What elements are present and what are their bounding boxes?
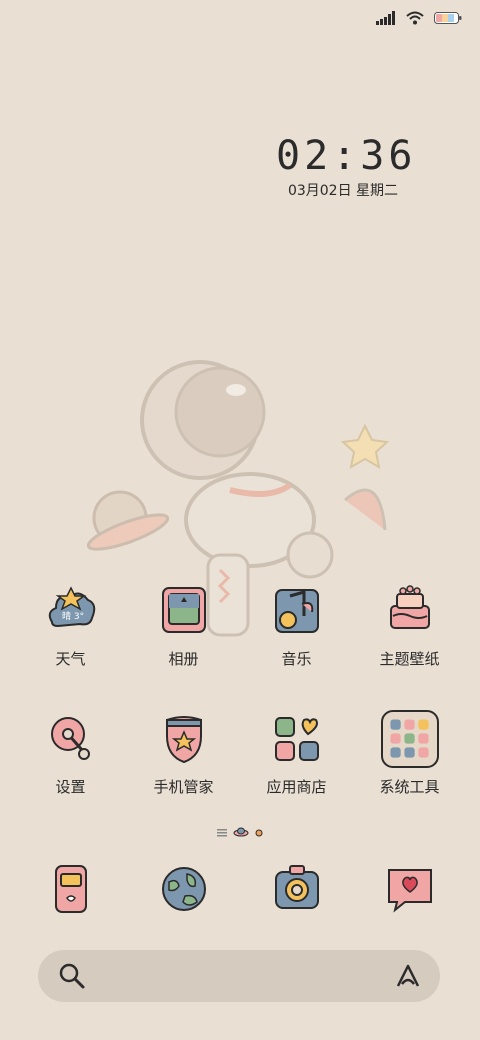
clock-widget[interactable]: 02:36 03月02日 星期二 <box>276 133 417 200</box>
app-label-music: 音乐 <box>281 650 312 668</box>
app-music[interactable]: 音乐 <box>240 582 353 669</box>
folder-icon <box>380 710 439 768</box>
app-themes[interactable]: 主题壁纸 <box>353 582 466 669</box>
assistant-icon[interactable] <box>392 960 424 996</box>
music-icon <box>268 582 326 640</box>
app-settings[interactable]: 设置 <box>14 710 127 797</box>
app-folder-system-tools[interactable]: 系统工具 <box>353 710 466 797</box>
clock-time: 02:36 <box>276 133 417 179</box>
app-row-1: 晴 3° 天气 相册 音乐 主题壁纸 <box>0 582 480 702</box>
search-icon[interactable] <box>58 962 86 994</box>
app-label-security: 手机管家 <box>153 778 214 796</box>
dock-browser[interactable] <box>127 860 240 918</box>
page-dot-ufo-icon <box>233 822 249 841</box>
app-store[interactable]: 应用商店 <box>240 710 353 797</box>
app-security[interactable]: 手机管家 <box>127 710 240 797</box>
messages-icon <box>381 860 439 918</box>
search-input[interactable] <box>98 960 362 994</box>
battery-icon <box>434 10 462 29</box>
dock-phone[interactable] <box>14 860 127 918</box>
clock-date: 03月02日 星期二 <box>287 183 399 199</box>
page-dot-icon <box>255 822 263 841</box>
app-weather[interactable]: 晴 3° 天气 <box>14 582 127 669</box>
app-label-system-tools: 系统工具 <box>379 778 440 796</box>
settings-icon <box>42 710 100 768</box>
security-icon <box>155 710 213 768</box>
camera-icon <box>268 860 326 918</box>
page-indicator[interactable] <box>0 822 480 841</box>
search-bar[interactable] <box>38 950 440 1002</box>
dock <box>0 860 480 924</box>
dock-camera[interactable] <box>240 860 353 918</box>
app-row-2: 设置 手机管家 应用商店 系统工具 <box>0 710 480 830</box>
gallery-icon <box>155 582 213 640</box>
app-label-themes: 主题壁纸 <box>379 650 440 668</box>
page-list-icon <box>217 822 227 841</box>
weather-badge-text: 晴 3° <box>62 610 84 622</box>
wifi-icon <box>406 10 424 29</box>
signal-bars-icon <box>376 10 396 29</box>
status-bar <box>376 10 462 29</box>
app-label-gallery: 相册 <box>168 650 199 668</box>
app-store-icon <box>268 710 326 768</box>
phone-icon <box>42 860 100 918</box>
themes-icon <box>381 582 439 640</box>
browser-icon <box>155 860 213 918</box>
app-gallery[interactable]: 相册 <box>127 582 240 669</box>
weather-icon: 晴 3° <box>42 582 100 640</box>
dock-messages[interactable] <box>353 860 466 918</box>
app-label-settings: 设置 <box>55 778 86 796</box>
app-label-app-store: 应用商店 <box>266 778 327 796</box>
app-label-weather: 天气 <box>55 650 86 668</box>
